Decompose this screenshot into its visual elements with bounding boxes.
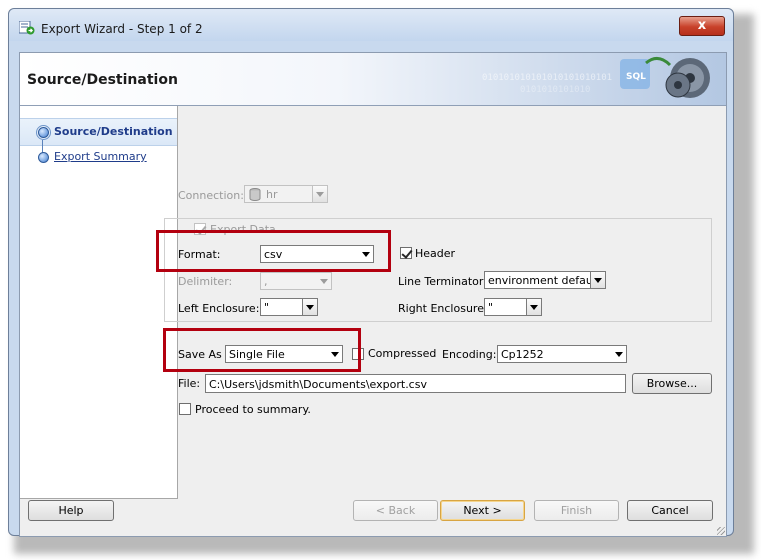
left-enclosure-value: " [264, 301, 270, 314]
format-highlight-box [156, 230, 391, 272]
file-path-value: C:\Users\jdsmith\Documents\export.csv [209, 378, 427, 391]
chevron-down-icon[interactable] [590, 272, 605, 288]
step-current-icon [38, 127, 49, 138]
wizard-header: Source/Destination 010101010101010101010… [20, 53, 726, 106]
step-pending-icon [38, 152, 49, 163]
chevron-down-icon[interactable] [302, 299, 317, 315]
database-icon [249, 188, 261, 201]
back-button[interactable]: < Back [353, 500, 438, 521]
right-enclosure-value: " [488, 301, 494, 314]
close-button[interactable]: x [679, 16, 725, 36]
right-enclosure-label: Right Enclosure: [398, 302, 488, 315]
connection-value: hr [266, 188, 278, 201]
connection-select[interactable]: hr [244, 185, 328, 203]
line-terminator-label: Line Terminator: [398, 275, 487, 288]
file-path-input[interactable]: C:\Users\jdsmith\Documents\export.csv [205, 374, 626, 393]
close-icon: x [697, 18, 707, 33]
encoding-select[interactable]: Cp1252 [497, 345, 627, 363]
chevron-down-icon[interactable] [526, 299, 541, 315]
line-terminator-select[interactable]: environment default [484, 271, 606, 289]
left-enclosure-select[interactable]: " [260, 298, 318, 316]
step-export-summary[interactable]: Export Summary [54, 150, 147, 163]
delimiter-select[interactable]: , [260, 272, 332, 290]
page-title: Source/Destination [27, 72, 178, 88]
encoding-label: Encoding: [442, 348, 497, 361]
chevron-down-icon[interactable] [612, 346, 626, 362]
line-terminator-value: environment default [488, 274, 601, 287]
app-icon [19, 21, 35, 35]
chevron-down-icon[interactable] [317, 273, 331, 289]
svg-text:SQL: SQL [626, 72, 646, 82]
compressed-label: Compressed [368, 347, 437, 360]
header-label: Header [415, 247, 456, 260]
proceed-to-summary-checkbox[interactable] [179, 403, 191, 415]
right-enclosure-select[interactable]: " [484, 298, 542, 316]
header-binary-decoration: 010101010101010101010101 [482, 73, 613, 83]
title-bar[interactable]: Export Wizard - Step 1 of 2 x [9, 9, 733, 41]
cancel-button[interactable]: Cancel [627, 500, 713, 521]
proceed-to-summary-label: Proceed to summary. [195, 403, 311, 416]
delimiter-label: Delimiter: [178, 275, 233, 288]
chevron-down-icon[interactable] [312, 186, 327, 202]
sql-export-graphic-icon: SQL [620, 57, 710, 98]
connection-label: Connection: [178, 189, 244, 202]
save-as-highlight-box [163, 328, 361, 372]
help-button[interactable]: Help [28, 500, 114, 521]
delimiter-value: , [264, 275, 268, 288]
finish-button[interactable]: Finish [534, 500, 619, 521]
browse-button[interactable]: Browse... [632, 373, 712, 394]
window-title: Export Wizard - Step 1 of 2 [41, 22, 203, 36]
header-binary-decoration-2: 0101010101010 [520, 85, 591, 95]
step-source-destination[interactable]: Source/Destination [54, 125, 173, 138]
resize-grip[interactable] [717, 527, 725, 535]
encoding-value: Cp1252 [501, 348, 544, 361]
file-label: File: [178, 377, 201, 390]
left-enclosure-label: Left Enclosure: [178, 302, 260, 315]
header-checkbox[interactable] [400, 247, 412, 259]
next-button[interactable]: Next > [440, 500, 525, 521]
wizard-steps-panel: Source/Destination Export Summary [20, 106, 178, 499]
